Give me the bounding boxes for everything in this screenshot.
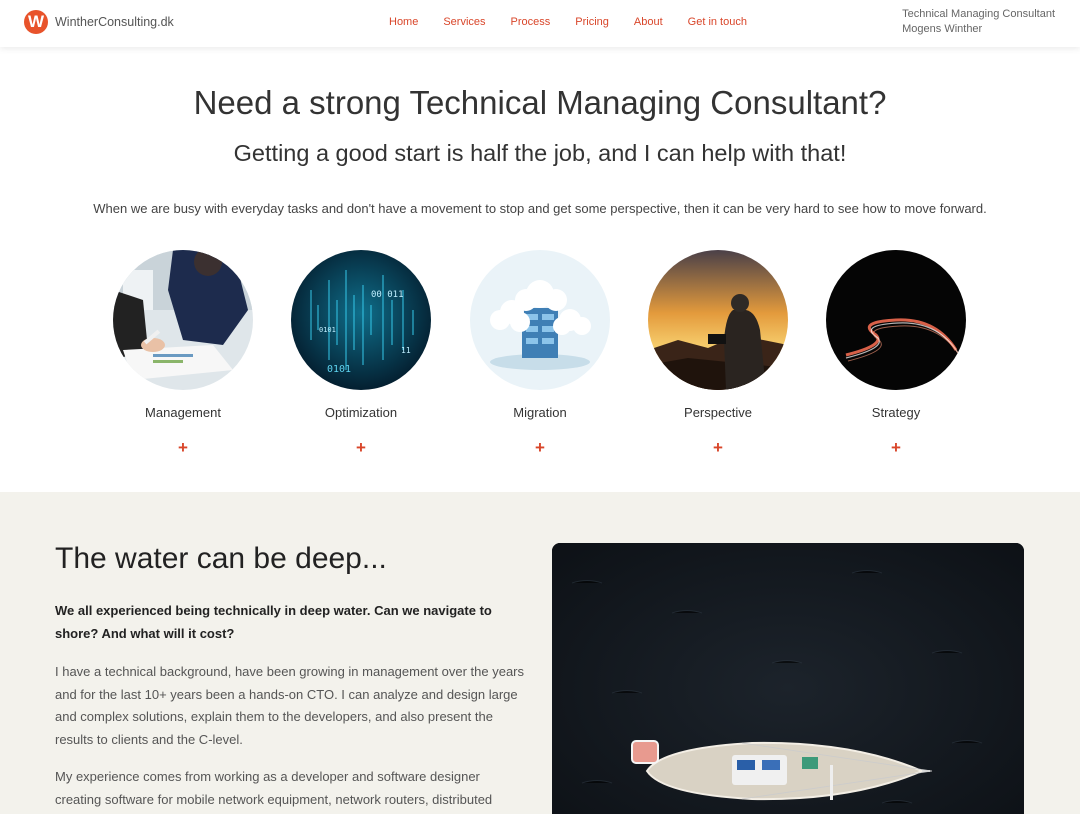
service-label: Migration [513,405,567,420]
sailboat-photo [552,543,1024,814]
header-role: Technical Managing Consultant [902,8,1055,20]
service-management: Management + [113,250,253,458]
services-row: Management + 00 011 0101 11 0101 Optimiz… [0,250,1080,460]
binary-text-a: 00 011 [371,290,404,300]
hero-subtitle: Getting a good start is half the job, an… [233,140,847,166]
service-label: Perspective [684,405,752,420]
service-label: Strategy [871,405,921,420]
plus-icon[interactable]: + [470,438,610,458]
logo-icon[interactable]: W [24,10,48,34]
optimization-image: 00 011 0101 11 0101 [291,250,431,390]
nav-get-in-touch[interactable]: Get in touch [688,16,747,28]
nav-services[interactable]: Services [443,16,485,28]
binary-text-b: 0101 [319,326,336,334]
header-person: Mogens Winther [902,23,983,35]
migration-image [470,250,610,390]
deep-water-section: The water can be deep... We all experien… [0,492,1080,814]
section-paragraph-2: My experience comes from working as a de… [55,769,493,807]
plus-icon[interactable]: + [291,438,431,458]
plus-icon[interactable]: + [648,438,788,458]
brand-name[interactable]: WintherConsulting.dk [55,15,174,29]
nav-home[interactable]: Home [389,16,418,28]
main-nav: Home Services Process Pricing About Get … [389,16,772,28]
section-title: The water can be deep... [55,542,387,575]
service-label: Management [145,405,221,420]
nav-pricing[interactable]: Pricing [575,16,609,28]
service-perspective: Perspective + [648,250,788,458]
service-label: Optimization [324,405,398,420]
perspective-image [648,250,788,390]
hero-title: Need a strong Technical Managing Consult… [193,84,887,121]
service-strategy: Strategy + [826,250,966,458]
nav-process[interactable]: Process [511,16,551,28]
binary-text-d: 0101 [327,364,351,375]
plus-icon[interactable]: + [826,438,966,458]
brand[interactable]: W WintherConsulting.dk [24,10,174,34]
hero-text: When we are busy with everyday tasks and… [93,201,987,216]
section-paragraph-1: I have a technical background, have been… [55,664,525,747]
plus-icon[interactable]: + [113,438,253,458]
service-optimization: 00 011 0101 11 0101 Optimization + [291,250,431,458]
section-lead: We all experienced being technically in … [55,603,492,641]
strategy-image [826,250,966,390]
nav-about[interactable]: About [634,16,663,28]
site-header: W WintherConsulting.dk Home Services Pro… [0,0,1080,47]
header-tagline: Technical Managing Consultant Mogens Win… [902,7,1055,37]
binary-text-c: 11 [401,346,411,355]
management-image [113,250,253,390]
service-migration: Migration + [470,250,610,458]
